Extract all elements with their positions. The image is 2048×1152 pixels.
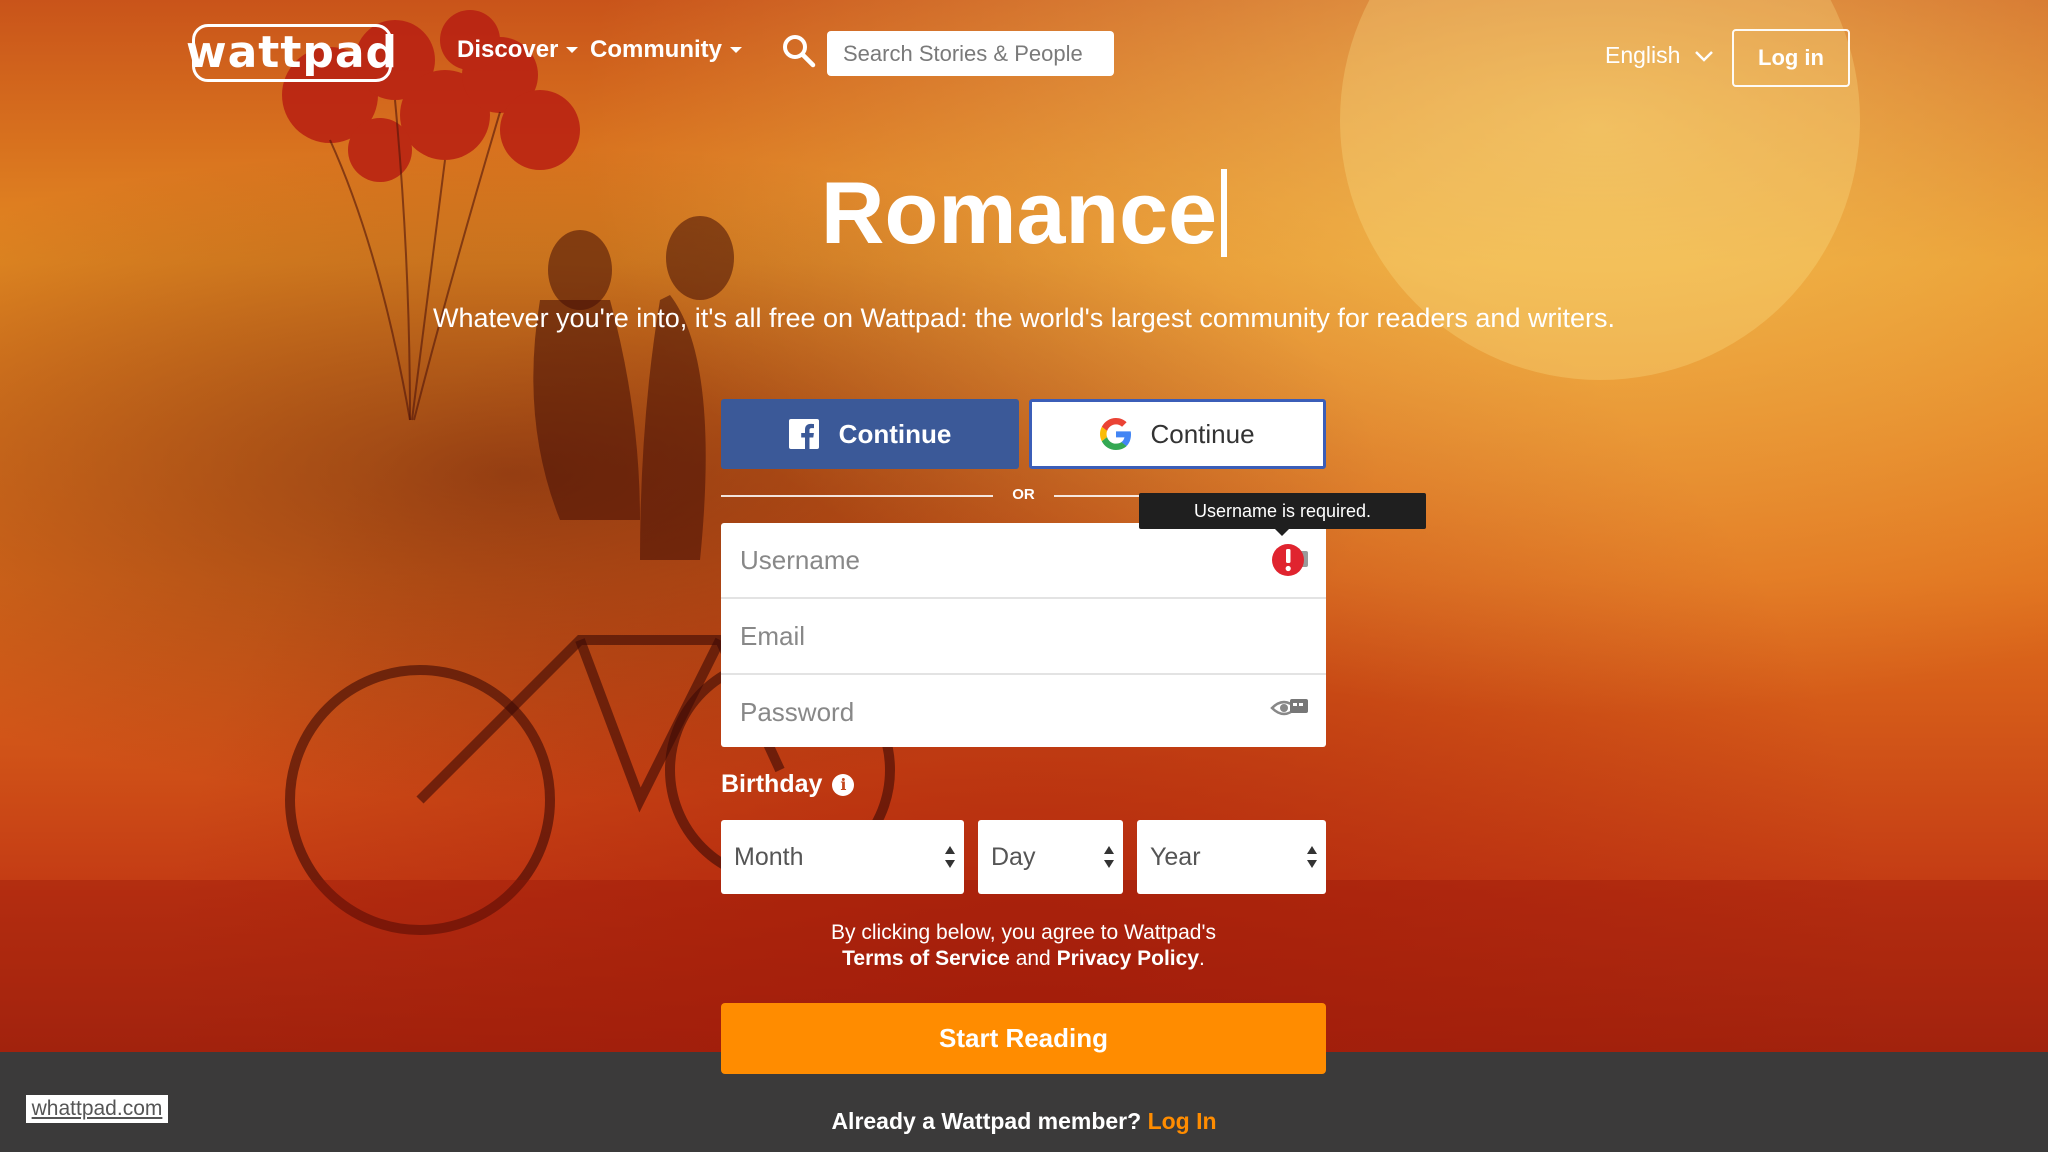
headline: Romance [0,158,2048,268]
updown-arrows-icon [945,846,955,868]
password-field[interactable] [721,675,1326,747]
search-input[interactable] [827,31,1114,76]
birthday-label-text: Birthday [721,770,823,798]
error-icon [1272,544,1308,576]
info-icon[interactable]: i [832,773,855,796]
caret-down-icon [730,47,742,53]
language-label: English [1605,42,1681,68]
search-icon[interactable] [782,34,816,68]
updown-arrows-icon [1307,846,1317,868]
day-select[interactable]: Day [978,820,1123,894]
nav-community[interactable]: Community [590,36,742,64]
headline-text: Romance [820,163,1218,262]
login-button[interactable]: Log in [1732,29,1850,87]
month-select[interactable]: Month [721,820,964,894]
legal-period: . [1199,947,1205,970]
privacy-link[interactable]: Privacy Policy [1057,947,1199,970]
facebook-continue-button[interactable]: Continue [721,399,1019,469]
legal-notice: By clicking below, you agree to Wattpad'… [721,920,1326,972]
nav-community-label: Community [590,36,722,63]
wattpad-logo[interactable]: wattpad [186,24,397,82]
chevron-down-icon [1695,50,1714,62]
terms-link[interactable]: Terms of Service [842,947,1010,970]
signup-form [721,523,1326,747]
member-prompt: Already a Wattpad member? Log In [0,1108,2048,1135]
legal-and: and [1015,947,1051,970]
site-url-badge: whattpad.com [26,1095,168,1123]
google-continue-button[interactable]: Continue [1029,399,1326,469]
facebook-icon [788,419,819,449]
tooltip-arrow [1275,529,1289,536]
email-field[interactable] [721,599,1326,673]
google-icon [1100,418,1132,450]
tagline: Whatever you're into, it's all free on W… [433,303,1615,333]
username-field[interactable] [721,523,1326,597]
member-text: Already a Wattpad member? [831,1108,1142,1134]
start-reading-button[interactable]: Start Reading [721,1003,1326,1074]
language-selector[interactable]: English [1605,42,1714,69]
month-select-label: Month [734,842,804,871]
day-select-label: Day [991,842,1036,871]
typing-cursor [1221,169,1228,257]
nav-discover-label: Discover [457,36,559,63]
username-error-tooltip: Username is required. [1139,493,1426,529]
legal-line: By clicking below, you agree to Wattpad'… [831,921,1216,944]
footer-login-link[interactable]: Log In [1148,1108,1217,1134]
year-select[interactable]: Year [1137,820,1326,894]
google-continue-label: Continue [1150,418,1255,449]
password-visibility-icon[interactable] [1270,693,1310,723]
year-select-label: Year [1150,842,1201,871]
facebook-continue-label: Continue [838,418,952,449]
updown-arrows-icon [1104,846,1114,868]
nav-discover[interactable]: Discover [457,36,579,64]
birthday-label: Birthday i [721,770,855,799]
caret-down-icon [566,47,579,53]
